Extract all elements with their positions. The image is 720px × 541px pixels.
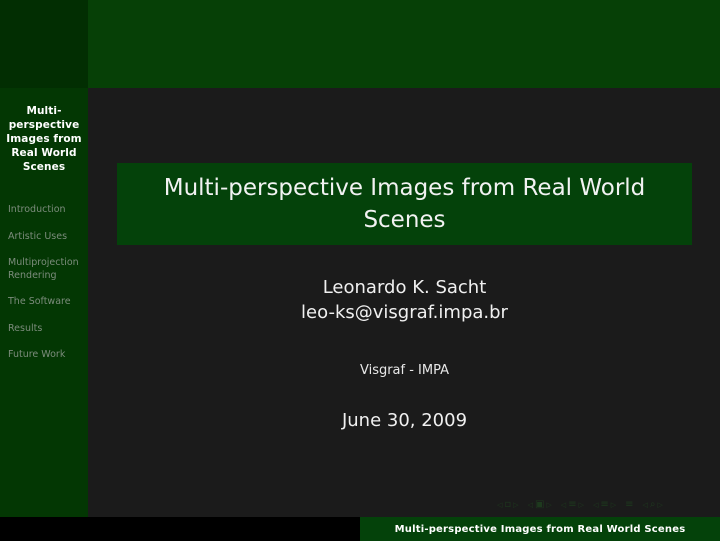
back-icon[interactable]: ◁ xyxy=(528,501,533,509)
subsection-icon[interactable]: ≡ xyxy=(568,499,576,510)
slide-icon[interactable]: ▫ xyxy=(504,499,511,510)
beamer-navigation-symbols: ◁ ▫ ▷ ◁ ▣ ▷ ◁ ≡ ▷ ◁ ≡ ▷ ≡ ◁ ⌕ ▷ xyxy=(497,498,697,511)
forward-icon[interactable]: ▷ xyxy=(579,501,584,509)
subsection-nav-group[interactable]: ◁ ≡ ▷ xyxy=(561,499,584,510)
slide-nav-group[interactable]: ◁ ▫ ▷ xyxy=(497,499,519,510)
forward-icon[interactable]: ▷ xyxy=(513,501,518,509)
sidebar-item-artistic-uses[interactable]: Artistic Uses xyxy=(6,231,82,244)
search-icon[interactable]: ⌕ xyxy=(650,499,656,510)
sidebar-item-label: Future Work xyxy=(8,349,66,360)
institute-name: Visgraf - IMPA xyxy=(359,363,450,378)
sidebar-header-cap xyxy=(0,0,88,88)
forward-icon[interactable]: ▷ xyxy=(658,501,663,509)
slide-footer: Multi-perspective Images from Real World… xyxy=(0,517,720,541)
search-nav-group[interactable]: ◁ ⌕ ▷ xyxy=(643,499,663,510)
section-icon[interactable]: ≡ xyxy=(600,499,608,510)
footer-title: Multi-perspective Images from Real World… xyxy=(394,523,686,535)
footer-title-bar: Multi-perspective Images from Real World… xyxy=(360,517,720,541)
back-icon[interactable]: ◁ xyxy=(497,501,502,509)
sidebar-item-introduction[interactable]: Introduction xyxy=(6,204,82,217)
back-icon[interactable]: ◁ xyxy=(561,501,566,509)
sidebar-item-results[interactable]: Results xyxy=(6,323,82,336)
page-title: Multi-perspective Images from Real World… xyxy=(163,175,646,233)
frame-nav-group[interactable]: ◁ ▣ ▷ xyxy=(528,499,552,510)
sidebar-item-label: Results xyxy=(8,322,43,334)
author-block: Leonardo K. Sacht leo-ks@visgraf.impa.br xyxy=(117,275,692,325)
sidebar-item-label: Multiprojection Rendering xyxy=(8,257,79,281)
forward-icon[interactable]: ▷ xyxy=(546,501,551,509)
back-icon[interactable]: ◁ xyxy=(593,501,598,509)
sidebar-item-future-work[interactable]: Future Work xyxy=(6,349,82,362)
presentation-date: June 30, 2009 xyxy=(341,410,468,431)
presentation-slide: Multi-perspective Images from Real World… xyxy=(0,0,720,541)
presentation-nav-group[interactable]: ≡ xyxy=(625,499,633,510)
sidebar-item-label: The Software xyxy=(8,296,71,307)
sidebar-item-multiprojection-rendering[interactable]: Multiprojection Rendering xyxy=(6,257,82,282)
sidebar-nav: Introduction Artistic Uses Multiprojecti… xyxy=(6,204,82,362)
forward-icon[interactable]: ▷ xyxy=(611,501,616,509)
sidebar: Multi-perspective Images from Real World… xyxy=(0,88,88,517)
section-nav-group[interactable]: ◁ ≡ ▷ xyxy=(593,499,616,510)
title-block: Multi-perspective Images from Real World… xyxy=(117,163,692,245)
presentation-icon[interactable]: ≡ xyxy=(625,499,633,510)
back-icon[interactable]: ◁ xyxy=(643,501,648,509)
sidebar-presentation-title: Multi-perspective Images from Real World… xyxy=(6,105,82,173)
author-name: Leonardo K. Sacht xyxy=(322,277,487,298)
slide-header-bar xyxy=(0,0,720,88)
sidebar-item-label: Artistic Uses xyxy=(8,230,68,242)
frame-icon[interactable]: ▣ xyxy=(535,499,544,510)
sidebar-item-the-software[interactable]: The Software xyxy=(6,296,82,309)
sidebar-item-label: Introduction xyxy=(8,204,66,215)
author-email: leo-ks@visgraf.impa.br xyxy=(301,302,508,323)
